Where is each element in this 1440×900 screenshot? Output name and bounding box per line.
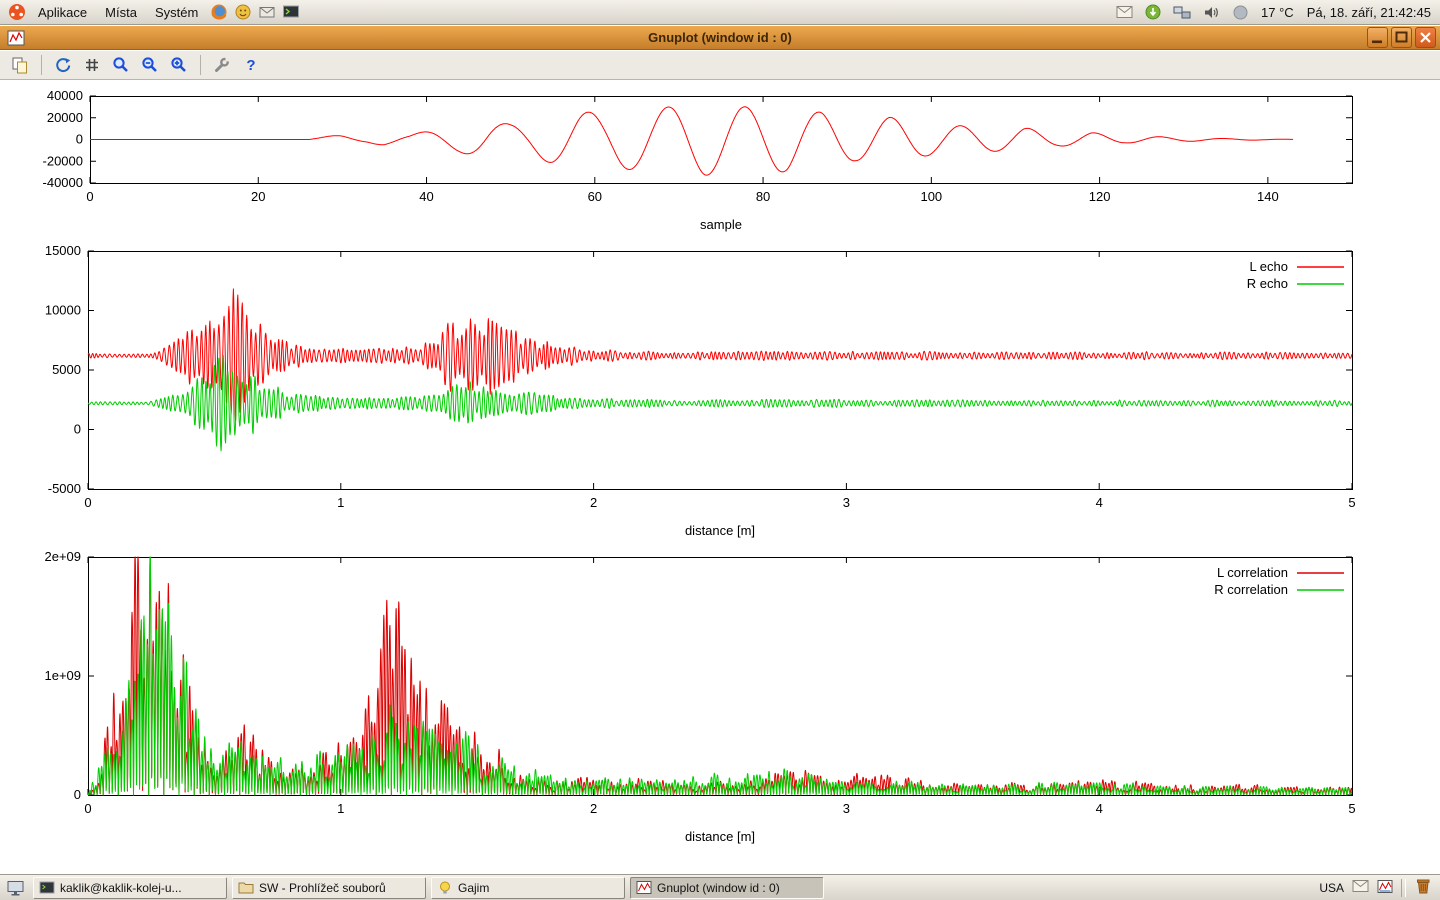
volume-icon[interactable]: [1200, 1, 1222, 23]
svg-text:?: ?: [246, 57, 255, 74]
svg-text:1: 1: [337, 495, 344, 510]
svg-text:distance [m]: distance [m]: [685, 523, 755, 538]
task-label: SW - Prohlížeč souborů: [259, 881, 386, 895]
svg-text:3: 3: [843, 801, 850, 816]
svg-text:140: 140: [1257, 189, 1279, 204]
svg-text:5: 5: [1348, 801, 1355, 816]
window-title: Gnuplot (window id : 0): [648, 30, 792, 45]
toolbar-separator: [200, 55, 201, 75]
terminal-icon: [39, 880, 55, 895]
minimize-button[interactable]: [1367, 27, 1388, 48]
svg-text:distance [m]: distance [m]: [685, 829, 755, 844]
chart-icon[interactable]: [1377, 879, 1393, 897]
svg-text:5000: 5000: [52, 362, 81, 377]
svg-text:5: 5: [1348, 495, 1355, 510]
zoom-reset-icon[interactable]: [109, 53, 133, 77]
top-panel: Aplikace Místa Systém 17 °C Pá, 18. září…: [0, 0, 1440, 25]
svg-text:20000: 20000: [47, 110, 83, 125]
app-launcher-icon[interactable]: [232, 1, 254, 23]
plot-2[interactable]: 012345-5000050001000015000distance [m]L …: [0, 240, 1440, 542]
svg-text:2: 2: [590, 495, 597, 510]
menu-applications[interactable]: Aplikace: [30, 3, 95, 22]
task-button-terminal[interactable]: kaklik@kaklik-kolej-u...: [33, 877, 227, 899]
svg-text:100: 100: [920, 189, 942, 204]
svg-text:80: 80: [756, 189, 770, 204]
svg-text:2: 2: [590, 801, 597, 816]
config-icon[interactable]: [210, 53, 234, 77]
zoom-in-icon[interactable]: [167, 53, 191, 77]
update-icon[interactable]: [1142, 1, 1164, 23]
svg-text:sample: sample: [700, 217, 742, 232]
task-label: Gajim: [458, 881, 489, 895]
plot-3[interactable]: 0 1 2 3 4 5 0 1e+09 2e+09 distance [m] L correlati…: [0, 544, 1440, 850]
svg-text:10000: 10000: [45, 303, 81, 318]
svg-text:-5000: -5000: [48, 481, 81, 496]
svg-text:0: 0: [84, 801, 91, 816]
svg-text:1: 1: [337, 801, 344, 816]
svg-text:L correlation: L correlation: [1217, 565, 1288, 580]
gnuplot-canvas[interactable]: 020406080100120140-40000-200000200004000…: [0, 80, 1440, 874]
svg-text:15000: 15000: [45, 243, 81, 258]
trash-icon[interactable]: [1414, 877, 1432, 898]
svg-text:4: 4: [1096, 801, 1103, 816]
clock[interactable]: Pá, 18. září, 21:42:45: [1304, 5, 1434, 20]
svg-text:120: 120: [1089, 189, 1111, 204]
refresh-icon[interactable]: [51, 53, 75, 77]
svg-text:3: 3: [843, 495, 850, 510]
folder-icon: [238, 880, 254, 895]
mail-icon[interactable]: [1352, 879, 1369, 896]
svg-text:0: 0: [74, 787, 81, 802]
mail-launcher-icon[interactable]: [256, 1, 278, 23]
svg-text:40: 40: [419, 189, 433, 204]
svg-text:-20000: -20000: [43, 153, 83, 168]
toolbar-separator: [41, 55, 42, 75]
task-button-gajim[interactable]: Gajim: [431, 877, 625, 899]
grid-icon[interactable]: [80, 53, 104, 77]
close-button[interactable]: [1415, 27, 1436, 48]
svg-text:20: 20: [251, 189, 265, 204]
menu-system[interactable]: Systém: [147, 3, 206, 22]
weather-icon[interactable]: [1229, 1, 1251, 23]
terminal-launcher-icon[interactable]: [280, 1, 302, 23]
taskbar: kaklik@kaklik-kolej-u... SW - Prohlížeč …: [0, 874, 1440, 900]
svg-text:1e+09: 1e+09: [44, 668, 81, 683]
svg-text:R correlation: R correlation: [1214, 582, 1288, 597]
keyboard-layout-indicator[interactable]: USA: [1319, 881, 1344, 895]
plot-1[interactable]: 0 20 40 60 80 100 120 140 -40000 -20000 0 20000 4000…: [0, 86, 1440, 236]
task-label: kaklik@kaklik-kolej-u...: [60, 881, 182, 895]
svg-text:2e+09: 2e+09: [44, 549, 81, 564]
zoom-out-icon[interactable]: [138, 53, 162, 77]
svg-text:0: 0: [84, 495, 91, 510]
network-icon[interactable]: [1171, 1, 1193, 23]
gnuplot-window-icon: [7, 29, 25, 47]
task-label: Gnuplot (window id : 0): [657, 881, 780, 895]
svg-text:-40000: -40000: [43, 175, 83, 190]
ubuntu-logo-icon[interactable]: [6, 1, 28, 23]
svg-text:0: 0: [74, 422, 81, 437]
gajim-icon: [437, 880, 453, 895]
svg-text:R echo: R echo: [1247, 276, 1288, 291]
svg-text:0: 0: [76, 132, 83, 147]
tray-separator: [1401, 879, 1406, 897]
gnuplot-icon: [636, 880, 652, 895]
task-button-gnuplot[interactable]: Gnuplot (window id : 0): [630, 877, 824, 899]
copy-icon[interactable]: [8, 53, 32, 77]
gnuplot-toolbar: ?: [0, 51, 1440, 80]
svg-text:4: 4: [1096, 495, 1103, 510]
svg-text:0: 0: [86, 189, 93, 204]
svg-text:40000: 40000: [47, 88, 83, 103]
task-button-file-browser[interactable]: SW - Prohlížeč souborů: [232, 877, 426, 899]
temperature-label[interactable]: 17 °C: [1258, 5, 1297, 20]
svg-text:L echo: L echo: [1249, 259, 1288, 274]
svg-text:60: 60: [588, 189, 602, 204]
help-icon[interactable]: ?: [239, 53, 263, 77]
firefox-icon[interactable]: [208, 1, 230, 23]
mail-icon[interactable]: [1113, 1, 1135, 23]
menu-places[interactable]: Místa: [97, 3, 145, 22]
window-titlebar[interactable]: Gnuplot (window id : 0): [0, 26, 1440, 50]
show-desktop-icon[interactable]: [4, 876, 28, 900]
maximize-button[interactable]: [1391, 27, 1412, 48]
